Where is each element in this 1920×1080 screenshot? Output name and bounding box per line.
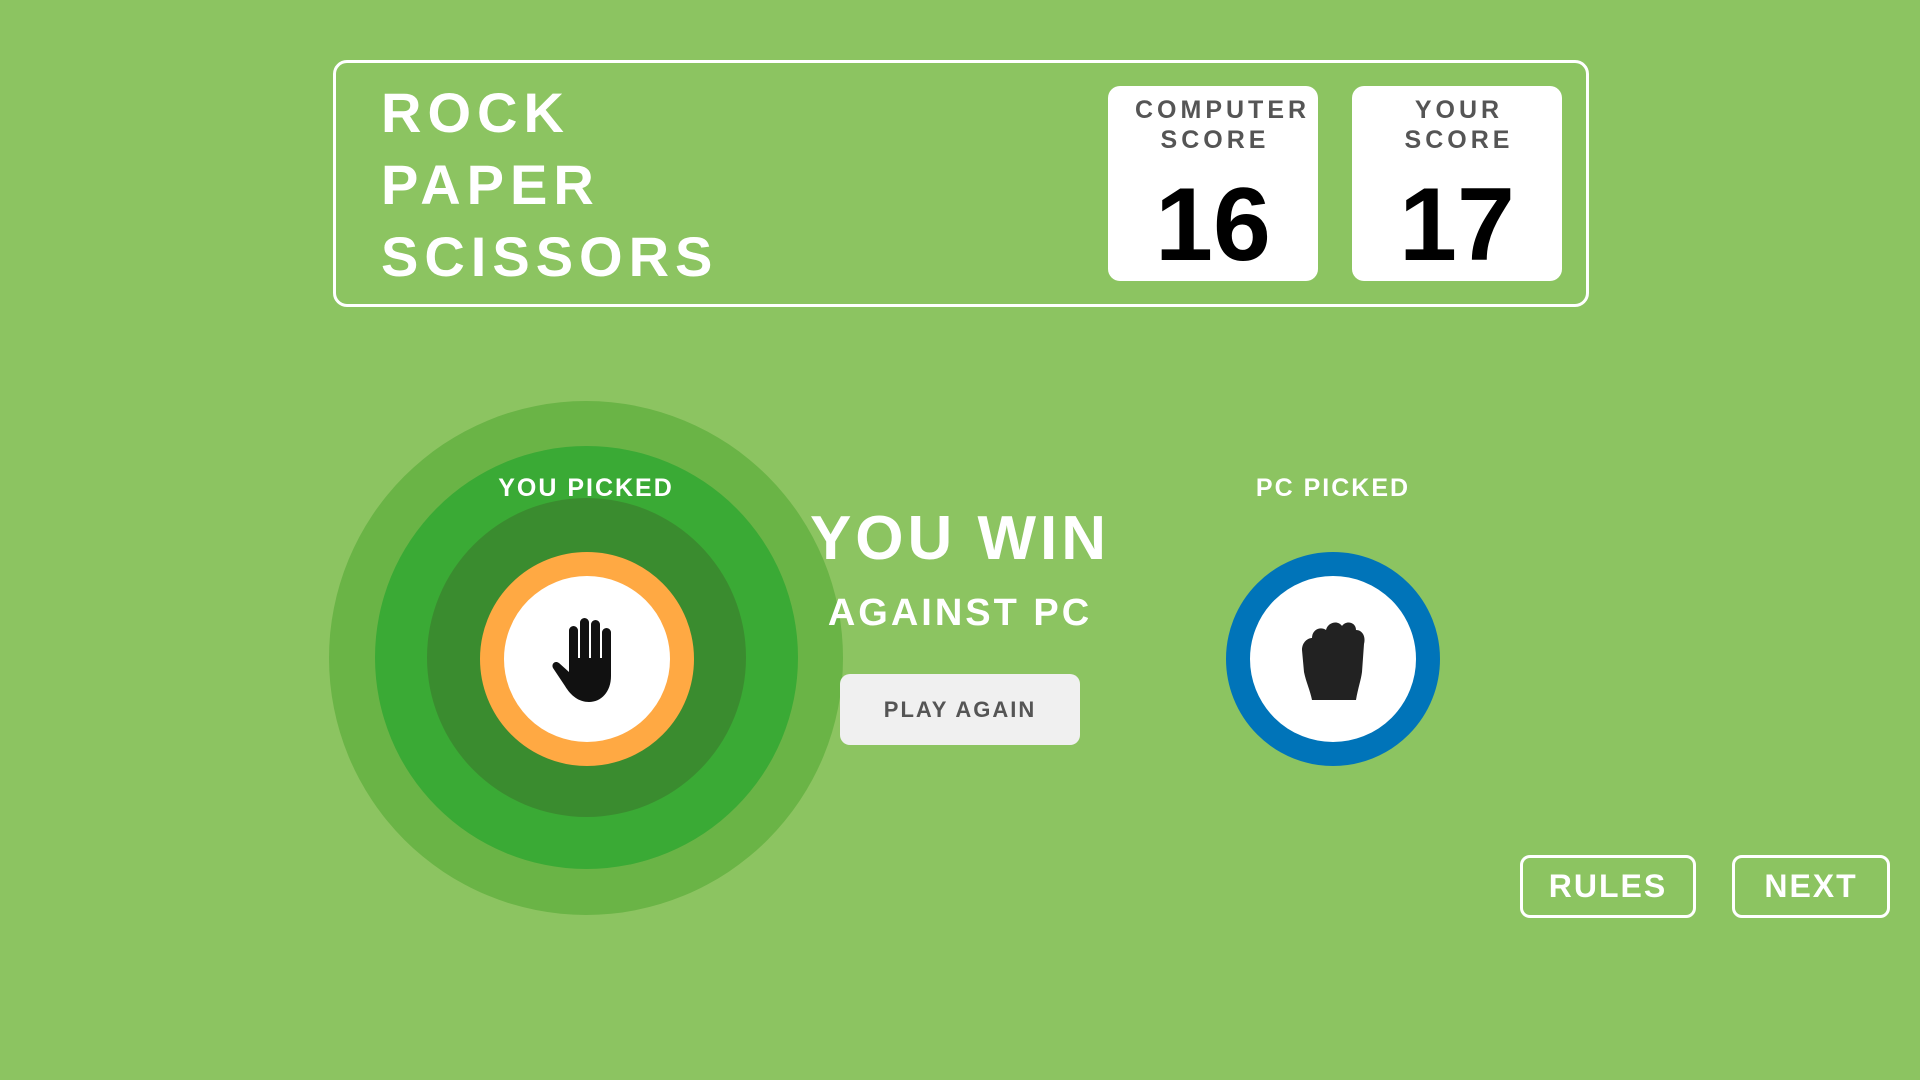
title-line-rock: ROCK	[381, 81, 570, 144]
result-subtitle: AGAINST PC	[827, 592, 1093, 634]
rules-button[interactable]: RULES	[1520, 855, 1696, 918]
play-again-button[interactable]: PLAY AGAIN	[840, 674, 1080, 745]
pc-picked-label: PC PICKED	[1255, 474, 1411, 502]
header-panel: ROCK PAPER SCISSORS COMPUTER SCORE 16 YO…	[333, 60, 1589, 307]
result-title: YOU WIN	[809, 504, 1111, 573]
your-score-card: YOUR SCORE 17	[1352, 86, 1562, 281]
computer-score-value: 16	[1155, 167, 1271, 283]
paper-hand-icon	[552, 618, 611, 702]
computer-score-label: COMPUTER SCORE	[1135, 96, 1311, 154]
title-line-scissors: SCISSORS	[381, 225, 719, 288]
you-picked-label: YOU PICKED	[498, 474, 674, 502]
player-choice-paper	[480, 552, 694, 766]
computer-choice-rock	[1226, 552, 1440, 766]
title-line-paper: PAPER	[381, 153, 600, 216]
next-button[interactable]: NEXT	[1732, 855, 1890, 918]
computer-score-card: COMPUTER SCORE 16	[1108, 86, 1318, 281]
your-score-label: YOUR SCORE	[1404, 96, 1514, 154]
game-title: ROCK PAPER SCISSORS	[381, 77, 718, 293]
your-score-value: 17	[1399, 167, 1515, 283]
rock-fist-icon	[1302, 622, 1365, 700]
